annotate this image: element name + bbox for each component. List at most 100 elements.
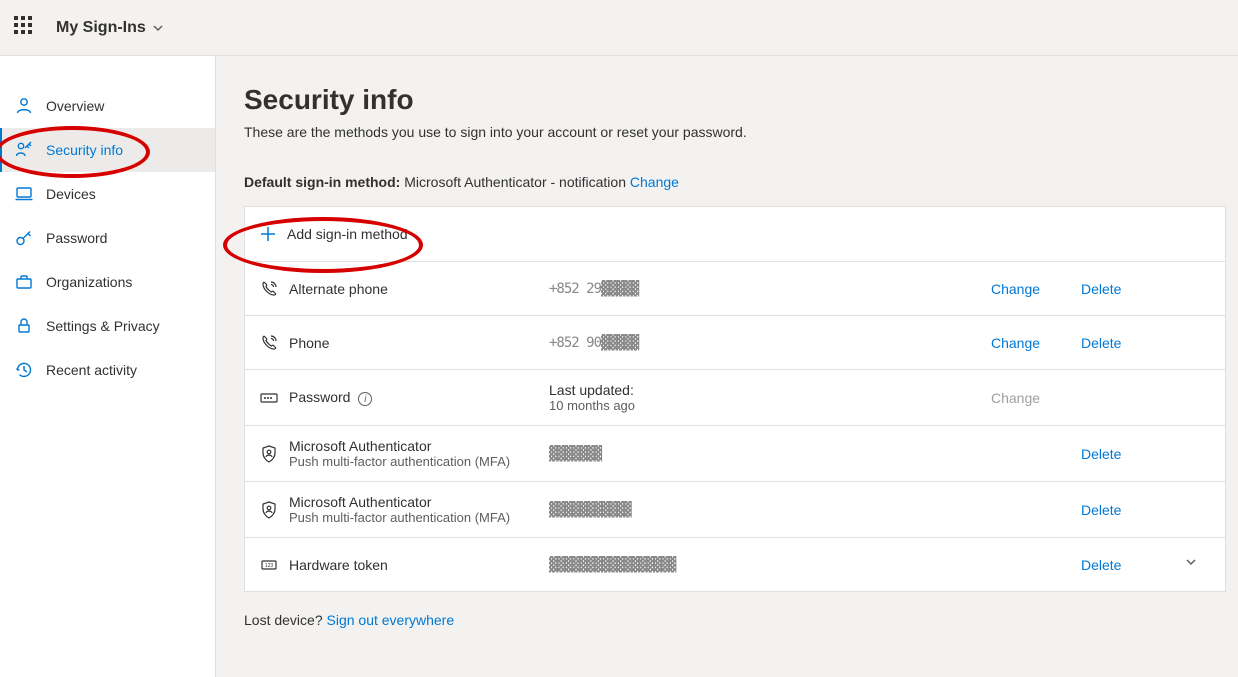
method-row: 123 Hardware token▓▓▓▓▓▓▓▓▓▓▓▓▓▓▓▓▓ Delete xyxy=(245,537,1225,591)
sidebar-item-security-info[interactable]: Security info xyxy=(0,128,215,172)
method-actions: Change xyxy=(991,390,1171,406)
method-name: Microsoft AuthenticatorPush multi-factor… xyxy=(289,494,549,525)
method-value: ▓▓▓▓▓▓▓▓▓▓▓▓▓▓▓▓▓ xyxy=(549,557,991,573)
header-bar: My Sign-Ins xyxy=(0,0,1238,56)
method-actions: Delete xyxy=(991,502,1171,518)
method-value: ▓▓▓▓▓▓▓▓▓▓▓ xyxy=(549,502,991,518)
laptop-icon xyxy=(14,184,34,204)
method-actions: ChangeDelete xyxy=(991,335,1171,351)
delete-link xyxy=(1081,390,1171,406)
authenticator-icon xyxy=(259,500,289,520)
token-icon: 123 xyxy=(259,555,289,575)
sidebar-item-recent-activity[interactable]: Recent activity xyxy=(0,348,215,392)
key-person-icon xyxy=(14,140,34,160)
change-link xyxy=(991,446,1081,462)
app-title-dropdown[interactable]: My Sign-Ins xyxy=(56,19,164,37)
method-value-text: +852 29▓▓▓▓▓ xyxy=(549,281,991,297)
method-value: ▓▓▓▓▓▓▓ xyxy=(549,446,991,462)
method-value-text: ▓▓▓▓▓▓▓▓▓▓▓▓▓▓▓▓▓ xyxy=(549,557,991,573)
sidebar: Overview Security info Devices Password … xyxy=(0,56,216,677)
method-name: Phone xyxy=(289,335,549,351)
plus-icon xyxy=(259,225,277,243)
page-subtitle: These are the methods you use to sign in… xyxy=(244,124,1226,140)
sidebar-item-label: Devices xyxy=(46,186,96,202)
method-name-sub: Push multi-factor authentication (MFA) xyxy=(289,510,549,525)
delete-link[interactable]: Delete xyxy=(1081,557,1171,573)
method-name-label: Microsoft Authenticator xyxy=(289,438,549,454)
method-row: Password iLast updated:10 months agoChan… xyxy=(245,369,1225,425)
method-name-label: Password xyxy=(289,389,350,405)
password-icon xyxy=(259,388,289,408)
method-name-sub: Push multi-factor authentication (MFA) xyxy=(289,454,549,469)
method-actions: ChangeDelete xyxy=(991,281,1171,297)
history-icon xyxy=(14,360,34,380)
app-title: My Sign-Ins xyxy=(56,19,146,37)
method-name: Microsoft AuthenticatorPush multi-factor… xyxy=(289,438,549,469)
method-name-label: Phone xyxy=(289,335,549,351)
delete-link[interactable]: Delete xyxy=(1081,281,1171,297)
lock-icon xyxy=(14,316,34,336)
phone-icon xyxy=(259,333,289,353)
briefcase-icon xyxy=(14,272,34,292)
person-icon xyxy=(14,96,34,116)
method-row: Phone+852 90▓▓▓▓▓ChangeDelete xyxy=(245,315,1225,369)
method-name-label: Alternate phone xyxy=(289,281,549,297)
method-value: Last updated:10 months ago xyxy=(549,382,991,413)
key-icon xyxy=(14,228,34,248)
method-actions: Delete xyxy=(991,557,1171,573)
method-actions: Delete xyxy=(991,446,1171,462)
chevron-down-icon xyxy=(152,22,164,34)
method-value-sub: 10 months ago xyxy=(549,398,991,413)
method-name: Password i xyxy=(289,389,549,407)
change-link[interactable]: Change xyxy=(991,281,1081,297)
main-content: Security info These are the methods you … xyxy=(216,56,1238,677)
method-value-text: Last updated: xyxy=(549,382,991,398)
method-value: +852 90▓▓▓▓▓ xyxy=(549,335,991,351)
sidebar-item-label: Overview xyxy=(46,98,104,114)
delete-link[interactable]: Delete xyxy=(1081,335,1171,351)
app-launcher-icon[interactable] xyxy=(14,16,38,40)
add-signin-method-label: Add sign-in method xyxy=(287,226,408,242)
method-row: Microsoft AuthenticatorPush multi-factor… xyxy=(245,481,1225,537)
sidebar-item-password[interactable]: Password xyxy=(0,216,215,260)
sidebar-item-label: Settings & Privacy xyxy=(46,318,160,334)
method-name: Alternate phone xyxy=(289,281,549,297)
default-method-value: Microsoft Authenticator - notification xyxy=(404,174,626,190)
sign-out-everywhere-link[interactable]: Sign out everywhere xyxy=(327,612,455,628)
sidebar-item-overview[interactable]: Overview xyxy=(0,84,215,128)
sidebar-item-devices[interactable]: Devices xyxy=(0,172,215,216)
method-value-text: +852 90▓▓▓▓▓ xyxy=(549,335,991,351)
authenticator-icon xyxy=(259,444,289,464)
sidebar-item-organizations[interactable]: Organizations xyxy=(0,260,215,304)
add-signin-method-button[interactable]: Add sign-in method xyxy=(245,207,1225,261)
change-link xyxy=(991,557,1081,573)
method-value-text: ▓▓▓▓▓▓▓▓▓▓▓ xyxy=(549,502,991,518)
default-signin-method: Default sign-in method: Microsoft Authen… xyxy=(244,174,1226,190)
delete-link[interactable]: Delete xyxy=(1081,502,1171,518)
phone-icon xyxy=(259,279,289,299)
sidebar-item-label: Recent activity xyxy=(46,362,137,378)
lost-device-line: Lost device? Sign out everywhere xyxy=(244,612,1226,628)
sidebar-item-settings-privacy[interactable]: Settings & Privacy xyxy=(0,304,215,348)
page-title: Security info xyxy=(244,84,1226,116)
info-icon[interactable]: i xyxy=(358,392,372,406)
change-default-link[interactable]: Change xyxy=(630,174,679,190)
sidebar-item-label: Password xyxy=(46,230,107,246)
method-value-text: ▓▓▓▓▓▓▓ xyxy=(549,446,991,462)
method-row: Microsoft AuthenticatorPush multi-factor… xyxy=(245,425,1225,481)
method-name-label: Hardware token xyxy=(289,557,549,573)
sidebar-item-label: Organizations xyxy=(46,274,132,290)
default-method-label: Default sign-in method: xyxy=(244,174,400,190)
change-link[interactable]: Change xyxy=(991,335,1081,351)
svg-text:123: 123 xyxy=(265,563,274,569)
change-link: Change xyxy=(991,390,1081,406)
method-row: Alternate phone+852 29▓▓▓▓▓ChangeDelete xyxy=(245,261,1225,315)
sidebar-item-label: Security info xyxy=(46,142,123,158)
change-link xyxy=(991,502,1081,518)
expand-button[interactable] xyxy=(1171,555,1211,574)
method-name: Hardware token xyxy=(289,557,549,573)
delete-link[interactable]: Delete xyxy=(1081,446,1171,462)
method-value: +852 29▓▓▓▓▓ xyxy=(549,281,991,297)
methods-card: Add sign-in method Alternate phone+852 2… xyxy=(244,206,1226,592)
method-name-label: Microsoft Authenticator xyxy=(289,494,549,510)
